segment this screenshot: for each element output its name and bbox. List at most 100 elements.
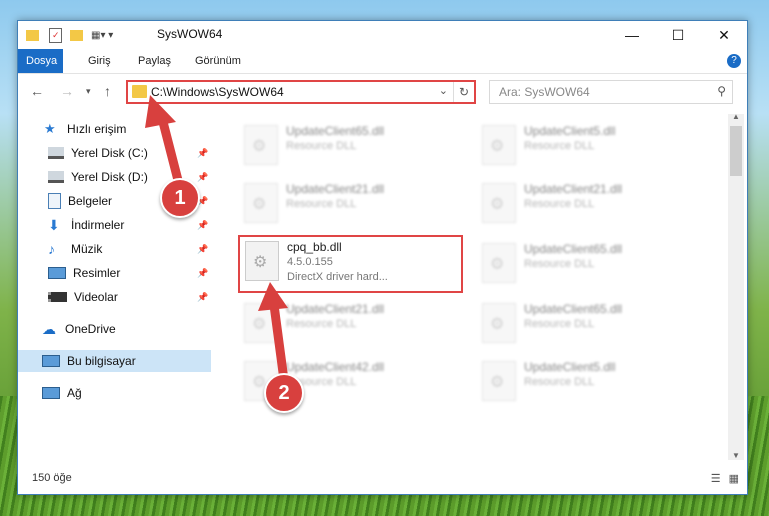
sidebar-item-label: Bu bilgisayar	[67, 354, 136, 368]
network-icon	[42, 387, 60, 399]
sidebar-item-videos[interactable]: Videolar	[48, 286, 118, 308]
sidebar-item-local-disk-c[interactable]: Yerel Disk (C:)	[48, 142, 148, 164]
sidebar-item-quick-access[interactable]: ★ Hızlı erişim	[44, 118, 126, 140]
sidebar-item-label: Resimler	[73, 266, 121, 280]
vertical-scrollbar[interactable]: ▲ ▼	[728, 112, 744, 460]
search-icon[interactable]: ⚲	[717, 84, 726, 98]
file-name: UpdateClient21.dll	[286, 302, 385, 316]
scroll-up-icon[interactable]: ▲	[732, 112, 740, 121]
pin-icon[interactable]: 📌	[197, 148, 208, 159]
title-bar: ✓ ▦▾ ▾ SysWOW64 — ☐ ✕	[18, 21, 747, 49]
drive-icon	[48, 147, 64, 159]
new-folder-icon[interactable]	[70, 29, 83, 41]
sidebar-item-label: OneDrive	[65, 322, 116, 336]
download-icon: ⬇	[48, 217, 60, 233]
sidebar-item-documents[interactable]: Belgeler	[48, 190, 112, 212]
view-toggles: ☰ ▦	[711, 472, 739, 485]
sidebar-item-label: Videolar	[74, 290, 118, 304]
tab-home[interactable]: Giriş	[78, 49, 121, 73]
pictures-icon	[48, 267, 66, 279]
list-item[interactable]: UpdateClient21.dll Resource DLL	[238, 176, 458, 228]
address-bar[interactable]: C:\Windows\SysWOW64 ⌄ ↻	[126, 80, 476, 104]
details-view-icon[interactable]: ☰	[711, 472, 721, 485]
properties-icon[interactable]: ✓	[49, 27, 62, 43]
list-item[interactable]: UpdateClient5.dll Resource DLL	[476, 118, 696, 170]
customize-icon[interactable]: ▦▾ ▾	[91, 30, 113, 41]
file-name: UpdateClient21.dll	[286, 182, 385, 196]
list-item[interactable]: UpdateClient21.dll Resource DLL	[476, 176, 696, 228]
scrollbar-thumb[interactable]	[730, 126, 742, 176]
file-name: UpdateClient5.dll	[524, 360, 616, 374]
sidebar-item-label: Ağ	[67, 386, 82, 400]
navigation-pane: ★ Hızlı erişim Yerel Disk (C:) 📌 Yerel D…	[18, 112, 211, 453]
help-button[interactable]: ?	[727, 54, 741, 68]
quick-access-toolbar: ✓ ▦▾ ▾	[26, 25, 113, 45]
document-icon	[48, 193, 61, 209]
scroll-down-icon[interactable]: ▼	[732, 451, 740, 460]
file-name: UpdateClient65.dll	[286, 124, 385, 138]
up-arrow-icon[interactable]: ↑	[104, 83, 111, 99]
explorer-window: ✓ ▦▾ ▾ SysWOW64 — ☐ ✕ Dosya Giriş Paylaş…	[17, 20, 748, 495]
maximize-button[interactable]: ☐	[655, 21, 701, 49]
pin-icon[interactable]: 📌	[197, 172, 208, 183]
tiles-view-icon[interactable]: ▦	[729, 472, 739, 485]
file-name: UpdateClient65.dll	[524, 302, 623, 316]
list-item[interactable]: UpdateClient21.dll Resource DLL	[238, 296, 458, 348]
tab-view[interactable]: Görünüm	[185, 49, 251, 73]
chevron-down-icon[interactable]: ⌄	[439, 84, 448, 97]
tab-file[interactable]: Dosya	[18, 49, 63, 73]
list-item[interactable]: UpdateClient65.dll Resource DLL	[476, 296, 696, 348]
star-icon: ★	[44, 121, 56, 136]
list-item[interactable]: UpdateClient65.dll Resource DLL	[238, 118, 458, 170]
file-description: Resource DLL	[524, 258, 595, 270]
cloud-icon: ☁	[42, 321, 56, 337]
dll-file-icon	[482, 183, 516, 223]
file-name: UpdateClient42.dll	[286, 360, 385, 374]
file-description: Resource DLL	[286, 140, 357, 152]
sidebar-item-onedrive[interactable]: ☁ OneDrive	[42, 318, 116, 340]
computer-icon	[42, 355, 60, 367]
window-title: SysWOW64	[157, 27, 223, 41]
folder-icon[interactable]	[26, 29, 39, 41]
dll-file-icon	[482, 303, 516, 343]
sidebar-item-label: Yerel Disk (C:)	[71, 146, 148, 160]
status-bar: 150 öğe ☰ ▦	[18, 464, 747, 494]
search-input[interactable]: Ara: SysWOW64 ⚲	[489, 80, 733, 104]
sidebar-item-label: Hızlı erişim	[67, 122, 127, 136]
forward-arrow-icon[interactable]: →	[60, 83, 74, 99]
back-arrow-icon[interactable]: ←	[30, 83, 44, 99]
sidebar-item-network[interactable]: Ağ	[42, 382, 82, 404]
pin-icon[interactable]: 📌	[197, 268, 208, 279]
file-description: Resource DLL	[524, 198, 595, 210]
sidebar-item-pictures[interactable]: Resimler	[48, 262, 120, 284]
music-icon: ♪	[48, 241, 55, 257]
file-description: Resource DLL	[524, 140, 595, 152]
sidebar-item-downloads[interactable]: ⬇ İndirmeler	[48, 214, 124, 236]
address-path: C:\Windows\SysWOW64	[151, 85, 284, 99]
drive-icon	[48, 171, 64, 183]
folder-icon	[132, 85, 147, 98]
navigation-bar: ← → ▾ ↑ C:\Windows\SysWOW64 ⌄ ↻ Ara: Sys…	[18, 74, 747, 110]
sidebar-item-this-pc[interactable]: Bu bilgisayar	[18, 350, 211, 372]
tab-share[interactable]: Paylaş	[128, 49, 181, 73]
pin-icon[interactable]: 📌	[197, 220, 208, 231]
pin-icon[interactable]: 📌	[197, 292, 208, 303]
refresh-icon[interactable]: ↻	[453, 82, 474, 102]
pin-icon[interactable]: 📌	[197, 244, 208, 255]
dll-file-icon	[482, 361, 516, 401]
sidebar-item-label: Müzik	[71, 242, 103, 256]
list-item[interactable]: UpdateClient5.dll Resource DLL	[476, 354, 696, 406]
sidebar-item-music[interactable]: ♪ Müzik	[48, 238, 102, 260]
recent-chevron-icon[interactable]: ▾	[86, 86, 91, 97]
list-item[interactable]: UpdateClient65.dll Resource DLL	[476, 236, 696, 288]
minimize-button[interactable]: —	[609, 21, 655, 49]
close-button[interactable]: ✕	[701, 21, 747, 49]
sidebar-item-label: Yerel Disk (D:)	[71, 170, 148, 184]
search-placeholder: Ara: SysWOW64	[499, 85, 590, 99]
file-description: Resource DLL	[286, 198, 357, 210]
file-name: UpdateClient65.dll	[524, 242, 623, 256]
file-description: Resource DLL	[524, 376, 595, 388]
sidebar-item-local-disk-d[interactable]: Yerel Disk (D:)	[48, 166, 148, 188]
file-description: Resource DLL	[286, 318, 357, 330]
file-name: UpdateClient5.dll	[524, 124, 616, 138]
